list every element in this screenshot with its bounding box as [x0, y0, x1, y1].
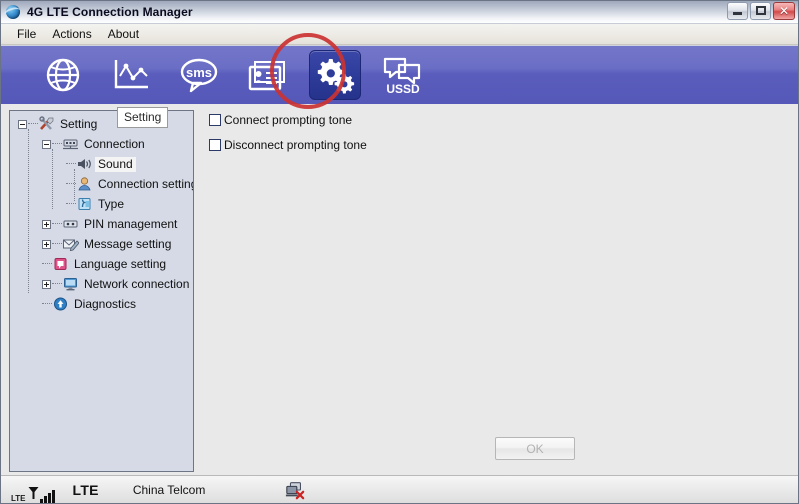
connect-prompting-tone-row[interactable]: Connect prompting tone — [209, 113, 352, 127]
svg-text:USSD: USSD — [386, 82, 420, 96]
content-area: Setting Connection Sound Connection sett… — [1, 104, 798, 503]
minimize-button[interactable] — [727, 2, 748, 20]
signal-strength-indicator: LTE — [11, 476, 55, 503]
toolbar-setting[interactable] — [309, 50, 361, 100]
status-bar: LTE LTE China Telcom — [1, 475, 798, 503]
toolbar: sms USSD — [1, 45, 798, 104]
app-globe-icon — [2, 3, 23, 22]
tree-node-label: Connection setting — [98, 176, 194, 191]
tree-node-label: PIN management — [84, 216, 178, 231]
menu-file[interactable]: File — [9, 25, 44, 43]
tooltip-text: Setting — [124, 110, 162, 124]
signal-lte-label: LTE — [11, 494, 26, 503]
user-icon — [76, 176, 93, 192]
connect-prompting-tone-checkbox[interactable] — [209, 114, 221, 126]
disconnect-prompting-tone-row[interactable]: Disconnect prompting tone — [209, 138, 367, 152]
device-icon — [62, 136, 79, 152]
diagnostics-icon — [52, 296, 69, 312]
signal-bar — [39, 499, 43, 503]
tree-node-network-connection[interactable]: Network connection — [10, 274, 193, 294]
signal-bar — [51, 490, 55, 503]
tree-node-type[interactable]: Type — [10, 194, 193, 214]
menu-actions[interactable]: Actions — [44, 25, 99, 43]
antenna-icon — [28, 486, 39, 503]
tree-node-sound[interactable]: Sound — [10, 154, 193, 174]
tree-toggle-icon[interactable] — [18, 119, 27, 129]
tools-icon — [38, 116, 55, 132]
message-edit-icon — [62, 236, 80, 252]
menu-bar: File Actions About — [1, 24, 798, 45]
signal-bar — [43, 496, 47, 503]
tree-toggle-icon[interactable] — [42, 279, 51, 289]
disconnect-prompting-tone-label: Disconnect prompting tone — [224, 138, 367, 152]
close-icon: ✕ — [778, 4, 790, 18]
window-title: 4G LTE Connection Manager — [27, 5, 193, 19]
language-icon — [52, 256, 69, 272]
sms-icon: sms — [178, 56, 220, 94]
close-button[interactable]: ✕ — [773, 2, 795, 20]
tree-node-label: Diagnostics — [74, 296, 137, 311]
tree-node-connection[interactable]: Connection — [10, 134, 193, 154]
signal-bar — [47, 493, 51, 503]
maximize-button[interactable] — [750, 2, 771, 20]
window-controls: ✕ — [727, 2, 795, 20]
tree-node-label: Type — [98, 196, 125, 211]
ussd-icon: USSD — [381, 53, 425, 97]
tree-node-diagnostics[interactable]: Diagnostics — [10, 294, 193, 314]
monitor-icon — [62, 276, 79, 292]
connect-prompting-tone-label: Connect prompting tone — [224, 113, 353, 127]
tree-toggle-icon[interactable] — [42, 139, 51, 149]
contacts-icon — [246, 56, 288, 94]
carrier-name-label: China Telcom — [132, 482, 206, 497]
speaker-icon — [76, 156, 93, 172]
type-icon — [76, 196, 93, 212]
tree-toggle-icon[interactable] — [42, 219, 51, 229]
tree-node-label: Connection — [84, 136, 145, 151]
tree-node-label: Sound — [95, 156, 136, 172]
network-disconnected-icon — [285, 481, 305, 499]
toolbar-statistics[interactable] — [105, 50, 157, 100]
tree-node-label: Setting — [60, 116, 98, 131]
tree-node-label: Message setting — [84, 236, 172, 251]
tooltip: Setting — [117, 107, 169, 128]
keypad-icon — [62, 216, 79, 232]
tree-node-connection-setting[interactable]: Connection setting — [10, 174, 193, 194]
tree-node-pin-management[interactable]: PIN management — [10, 214, 193, 234]
toolbar-sms[interactable]: sms — [173, 50, 225, 100]
tree-node-label: Language setting — [74, 256, 167, 271]
menu-about[interactable]: About — [100, 25, 147, 43]
chart-icon — [111, 56, 151, 94]
toolbar-connection[interactable] — [37, 50, 89, 100]
toolbar-ussd[interactable]: USSD — [377, 50, 429, 100]
tree-toggle-icon[interactable] — [42, 239, 51, 249]
settings-tree[interactable]: Setting Connection Sound Connection sett… — [9, 110, 194, 472]
gears-icon — [314, 56, 356, 94]
app-window: 4G LTE Connection Manager ✕ File Actions… — [0, 0, 799, 504]
ok-button-label: OK — [526, 441, 544, 456]
tree-node-message-setting[interactable]: Message setting — [10, 234, 193, 254]
title-bar: 4G LTE Connection Manager ✕ — [1, 1, 798, 24]
network-type-label: LTE — [72, 481, 99, 498]
globe-icon — [44, 56, 82, 94]
tree-node-label: Network connection — [84, 276, 190, 291]
tree-node-language-setting[interactable]: Language setting — [10, 254, 193, 274]
ok-button[interactable]: OK — [495, 437, 575, 460]
disconnect-prompting-tone-checkbox[interactable] — [209, 139, 221, 151]
toolbar-phonebook[interactable] — [241, 50, 293, 100]
svg-text:sms: sms — [186, 65, 212, 80]
